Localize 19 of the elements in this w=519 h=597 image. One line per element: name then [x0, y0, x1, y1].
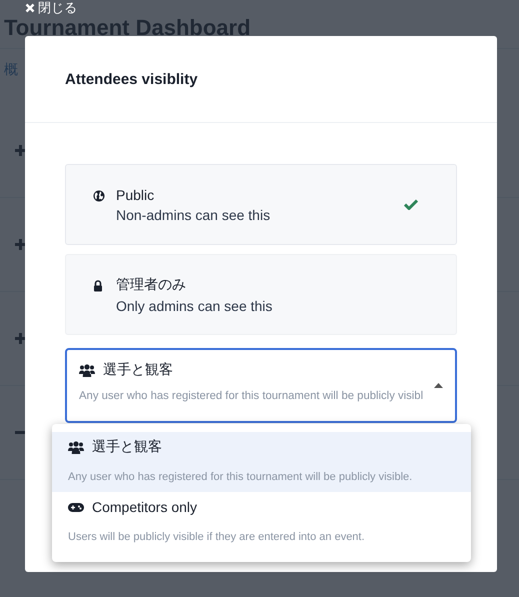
dialog-title: Attendees visiblity [65, 70, 198, 88]
check-icon [404, 199, 418, 210]
option-description: Non-admins can see this [116, 206, 272, 222]
option-title: 管理者のみ [116, 276, 187, 294]
users-icon [68, 440, 84, 454]
close-icon [25, 3, 35, 13]
gamepad-icon [68, 502, 84, 512]
dropdown-option[interactable]: 選手と観客 Any user who has registered for this tournament will be publicly visible. [52, 432, 471, 492]
caret-icon [434, 383, 443, 388]
option-title: Public [116, 186, 156, 202]
visibility-option[interactable]: 管理者のみ Only admins can see this [65, 254, 457, 335]
visibility-option[interactable]: Public Non-admins can see this [65, 164, 457, 245]
globe-icon [93, 190, 105, 202]
option-description: Only admins can see this [116, 298, 274, 314]
lock-icon [93, 280, 103, 292]
close-button[interactable]: 閉じる [25, 1, 77, 15]
dropdown-option[interactable]: Competitors only Users will be publicly visible if they are entered into an event. [52, 492, 471, 552]
users-icon [79, 364, 95, 376]
visibility-select[interactable]: 選手と観客 Any user who has registered for this tournament will be publicly visibl [65, 348, 457, 423]
